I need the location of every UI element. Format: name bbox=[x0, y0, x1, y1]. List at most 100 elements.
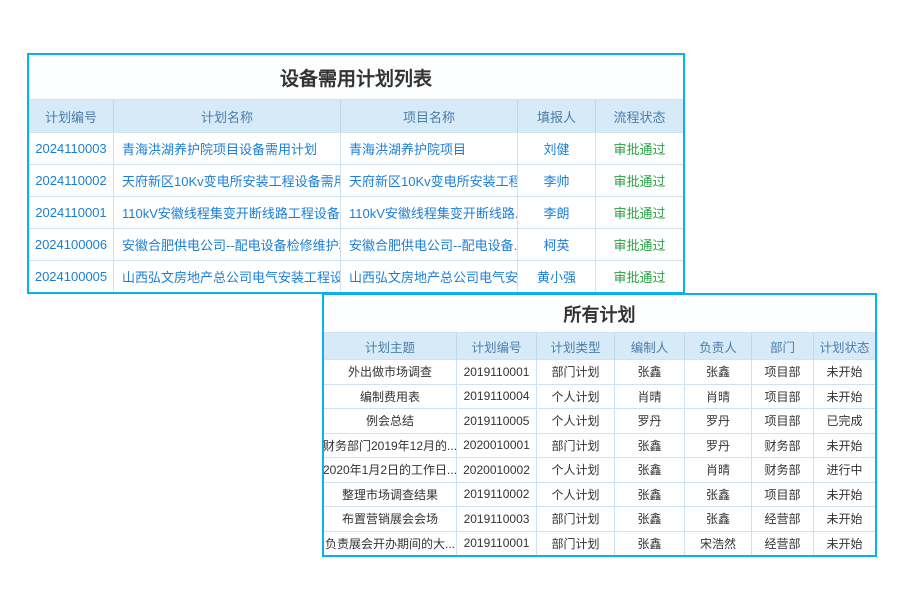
table-row: 2024100005山西弘文房地产总公司电气安装工程设备...山西弘文房地产总公… bbox=[29, 260, 683, 292]
plan-status-cell: 未开始 bbox=[814, 532, 875, 556]
plan-topic-cell: 外出做市场调查 bbox=[324, 360, 457, 384]
plan-name-link[interactable]: 山西弘文房地产总公司电气安装工程设备... bbox=[114, 261, 341, 292]
department-cell: 财务部 bbox=[752, 458, 814, 482]
plan-no-cell: 2019110001 bbox=[457, 532, 537, 556]
table-row: 编制费用表2019110004个人计划肖晴肖晴项目部未开始 bbox=[324, 384, 875, 409]
plan-type-cell: 个人计划 bbox=[537, 458, 615, 482]
col-header-plan-topic: 计划主题 bbox=[324, 333, 457, 359]
project-name-link[interactable]: 青海洪湖养护院项目 bbox=[341, 133, 518, 164]
all-plans-table-header-row: 计划主题计划编号计划类型编制人负责人部门计划状态 bbox=[324, 332, 875, 359]
col-header-plan-name: 计划名称 bbox=[114, 100, 341, 132]
department-cell: 项目部 bbox=[752, 360, 814, 384]
department-cell: 经营部 bbox=[752, 507, 814, 531]
col-header-department: 部门 bbox=[752, 333, 814, 359]
creator-cell: 张鑫 bbox=[615, 532, 685, 556]
plan-status-cell: 已完成 bbox=[814, 409, 875, 433]
plan-topic-cell: 例会总结 bbox=[324, 409, 457, 433]
flow-status-link[interactable]: 审批通过 bbox=[596, 197, 683, 228]
plan-no-cell: 2019110003 bbox=[457, 507, 537, 531]
table-row: 财务部门2019年12月的...2020010001部门计划张鑫罗丹财务部未开始 bbox=[324, 433, 875, 458]
project-name-link[interactable]: 110kV安徽线程集变开断线路... bbox=[341, 197, 518, 228]
col-header-plan-type: 计划类型 bbox=[537, 333, 615, 359]
reporter-link[interactable]: 刘健 bbox=[518, 133, 596, 164]
plan-status-cell: 进行中 bbox=[814, 458, 875, 482]
plan-status-cell: 未开始 bbox=[814, 434, 875, 458]
department-cell: 项目部 bbox=[752, 385, 814, 409]
table-row: 2020年1月2日的工作日...2020010002个人计划张鑫肖晴财务部进行中 bbox=[324, 457, 875, 482]
table-row: 2024100006安徽合肥供电公司--配电设备检修维护和...安徽合肥供电公司… bbox=[29, 228, 683, 260]
plan-type-cell: 部门计划 bbox=[537, 532, 615, 556]
plan-no-cell: 2020010002 bbox=[457, 458, 537, 482]
plan-type-cell: 个人计划 bbox=[537, 409, 615, 433]
plan-name-link[interactable]: 青海洪湖养护院项目设备需用计划 bbox=[114, 133, 341, 164]
project-name-link[interactable]: 安徽合肥供电公司--配电设备... bbox=[341, 229, 518, 260]
plan-no-link[interactable]: 2024110001 bbox=[29, 197, 114, 228]
plan-no-link[interactable]: 2024110002 bbox=[29, 165, 114, 196]
equipment-plan-table: 设备需用计划列表 计划编号计划名称项目名称填报人流程状态 2024110003青… bbox=[27, 53, 685, 294]
plan-type-cell: 部门计划 bbox=[537, 360, 615, 384]
col-header-project-name: 项目名称 bbox=[341, 100, 518, 132]
department-cell: 财务部 bbox=[752, 434, 814, 458]
table-row: 外出做市场调查2019110001部门计划张鑫张鑫项目部未开始 bbox=[324, 359, 875, 384]
plan-type-cell: 个人计划 bbox=[537, 385, 615, 409]
table-row: 2024110001110kV安徽线程集变开断线路工程设备需...110kV安徽… bbox=[29, 196, 683, 228]
reporter-link[interactable]: 李帅 bbox=[518, 165, 596, 196]
plan-topic-cell: 2020年1月2日的工作日... bbox=[324, 458, 457, 482]
project-name-link[interactable]: 山西弘文房地产总公司电气安... bbox=[341, 261, 518, 292]
plan-name-link[interactable]: 天府新区10Kv变电所安装工程设备需用... bbox=[114, 165, 341, 196]
creator-cell: 张鑫 bbox=[615, 507, 685, 531]
all-plans-table-body: 外出做市场调查2019110001部门计划张鑫张鑫项目部未开始编制费用表2019… bbox=[324, 359, 875, 555]
plan-type-cell: 个人计划 bbox=[537, 483, 615, 507]
plan-no-cell: 2019110004 bbox=[457, 385, 537, 409]
reporter-link[interactable]: 黄小强 bbox=[518, 261, 596, 292]
creator-cell: 肖晴 bbox=[615, 385, 685, 409]
plan-no-link[interactable]: 2024100006 bbox=[29, 229, 114, 260]
plan-no-link[interactable]: 2024110003 bbox=[29, 133, 114, 164]
plan-status-cell: 未开始 bbox=[814, 385, 875, 409]
flow-status-link[interactable]: 审批通过 bbox=[596, 229, 683, 260]
table-row: 2024110002天府新区10Kv变电所安装工程设备需用...天府新区10Kv… bbox=[29, 164, 683, 196]
creator-cell: 张鑫 bbox=[615, 434, 685, 458]
table-row: 布置营销展会会场2019110003部门计划张鑫张鑫经营部未开始 bbox=[324, 506, 875, 531]
equipment-table-body: 2024110003青海洪湖养护院项目设备需用计划青海洪湖养护院项目刘健审批通过… bbox=[29, 132, 683, 292]
department-cell: 项目部 bbox=[752, 483, 814, 507]
plan-name-link[interactable]: 110kV安徽线程集变开断线路工程设备需... bbox=[114, 197, 341, 228]
owner-cell: 张鑫 bbox=[685, 360, 752, 384]
col-header-reporter: 填报人 bbox=[518, 100, 596, 132]
reporter-link[interactable]: 李朗 bbox=[518, 197, 596, 228]
col-header-creator: 编制人 bbox=[615, 333, 685, 359]
plan-no-cell: 2019110001 bbox=[457, 360, 537, 384]
flow-status-link[interactable]: 审批通过 bbox=[596, 133, 683, 164]
plan-topic-cell: 编制费用表 bbox=[324, 385, 457, 409]
plan-name-link[interactable]: 安徽合肥供电公司--配电设备检修维护和... bbox=[114, 229, 341, 260]
table-row: 例会总结2019110005个人计划罗丹罗丹项目部已完成 bbox=[324, 408, 875, 433]
col-header-plan-no: 计划编号 bbox=[29, 100, 114, 132]
project-name-link[interactable]: 天府新区10Kv变电所安装工程 bbox=[341, 165, 518, 196]
owner-cell: 罗丹 bbox=[685, 409, 752, 433]
owner-cell: 宋浩然 bbox=[685, 532, 752, 556]
plan-status-cell: 未开始 bbox=[814, 360, 875, 384]
col-header-plan-status: 计划状态 bbox=[814, 333, 875, 359]
col-header-owner: 负责人 bbox=[685, 333, 752, 359]
plan-no-cell: 2019110005 bbox=[457, 409, 537, 433]
equipment-table-header-row: 计划编号计划名称项目名称填报人流程状态 bbox=[29, 99, 683, 132]
owner-cell: 罗丹 bbox=[685, 434, 752, 458]
creator-cell: 张鑫 bbox=[615, 360, 685, 384]
plan-topic-cell: 财务部门2019年12月的... bbox=[324, 434, 457, 458]
department-cell: 经营部 bbox=[752, 532, 814, 556]
department-cell: 项目部 bbox=[752, 409, 814, 433]
creator-cell: 张鑫 bbox=[615, 483, 685, 507]
plan-topic-cell: 负责展会开办期间的大... bbox=[324, 532, 457, 556]
reporter-link[interactable]: 柯英 bbox=[518, 229, 596, 260]
creator-cell: 张鑫 bbox=[615, 458, 685, 482]
flow-status-link[interactable]: 审批通过 bbox=[596, 261, 683, 292]
table-row: 2024110003青海洪湖养护院项目设备需用计划青海洪湖养护院项目刘健审批通过 bbox=[29, 132, 683, 164]
flow-status-link[interactable]: 审批通过 bbox=[596, 165, 683, 196]
plan-status-cell: 未开始 bbox=[814, 507, 875, 531]
owner-cell: 张鑫 bbox=[685, 483, 752, 507]
plan-topic-cell: 布置营销展会会场 bbox=[324, 507, 457, 531]
plan-no-link[interactable]: 2024100005 bbox=[29, 261, 114, 292]
plan-no-cell: 2020010001 bbox=[457, 434, 537, 458]
plan-type-cell: 部门计划 bbox=[537, 434, 615, 458]
plan-topic-cell: 整理市场调查结果 bbox=[324, 483, 457, 507]
